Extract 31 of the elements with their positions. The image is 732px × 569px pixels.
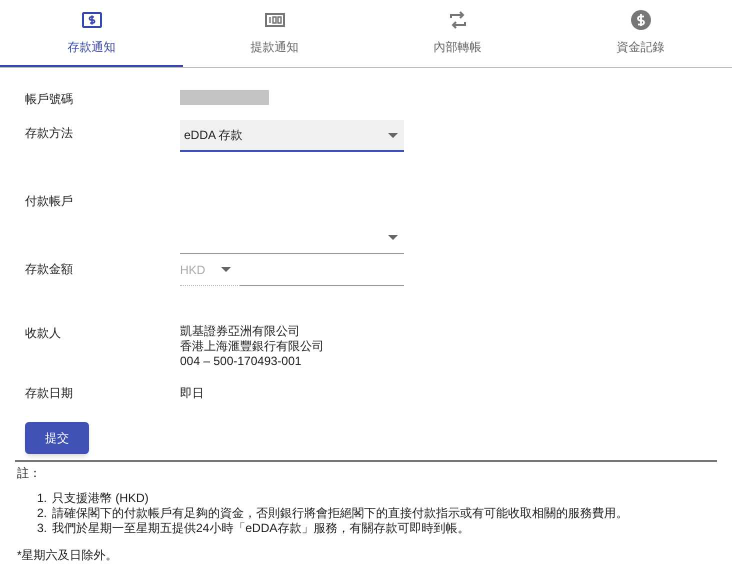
dropdown-caret-icon [388, 235, 398, 240]
note-text: 請確保閣下的付款帳戶有足夠的資金，否則銀行將會拒絕閣下的直接付款指示或有可能收取相關的服務費用。 [52, 506, 628, 521]
tab[interactable]: 提款通知 [183, 0, 366, 67]
field-label: 存款方法 [25, 126, 73, 140]
dropdown-caret-icon [388, 132, 398, 138]
footnote: *星期六及日除外。 [17, 548, 118, 562]
field-label: 存款日期 [25, 386, 73, 400]
payee-detail: 凱基證券亞洲有限公司 [180, 324, 301, 339]
field-label: 收款人 [25, 326, 61, 340]
list-number: 3. [37, 521, 48, 536]
note-text: 只支援港幣 (HKD) [52, 491, 149, 506]
submit-button[interactable]: 提交 [25, 422, 89, 454]
banknote-icon [264, 13, 284, 27]
field-label: 帳戶號碼 [25, 92, 73, 106]
payee-detail: 香港上海滙豐銀行有限公司 [180, 339, 324, 354]
note-text: 我們於星期一至星期五提供24小時「eDDA存款」服務，有關存款可即時到帳。 [52, 521, 470, 536]
dropdown-caret-icon [221, 267, 232, 272]
field-label: 存款金額 [25, 262, 73, 276]
field-value: 即日 [180, 386, 204, 400]
list-number: 2. [37, 506, 48, 521]
notes-title: 註： [17, 466, 41, 480]
repeat-icon [448, 11, 466, 29]
payee-detail: 004 – 500-170493-001 [180, 354, 302, 369]
tab[interactable]: 存款通知 [0, 0, 183, 67]
field-label: 付款帳戶 [25, 194, 73, 208]
list-number: 1. [37, 491, 48, 506]
dollar-coin-icon [630, 10, 650, 30]
tab[interactable]: 內部轉帳 [366, 0, 549, 67]
dropdown-field[interactable]: eDDA 存款 [180, 120, 404, 152]
cash-icon [82, 12, 102, 28]
tab[interactable]: 資金記錄 [549, 0, 732, 67]
